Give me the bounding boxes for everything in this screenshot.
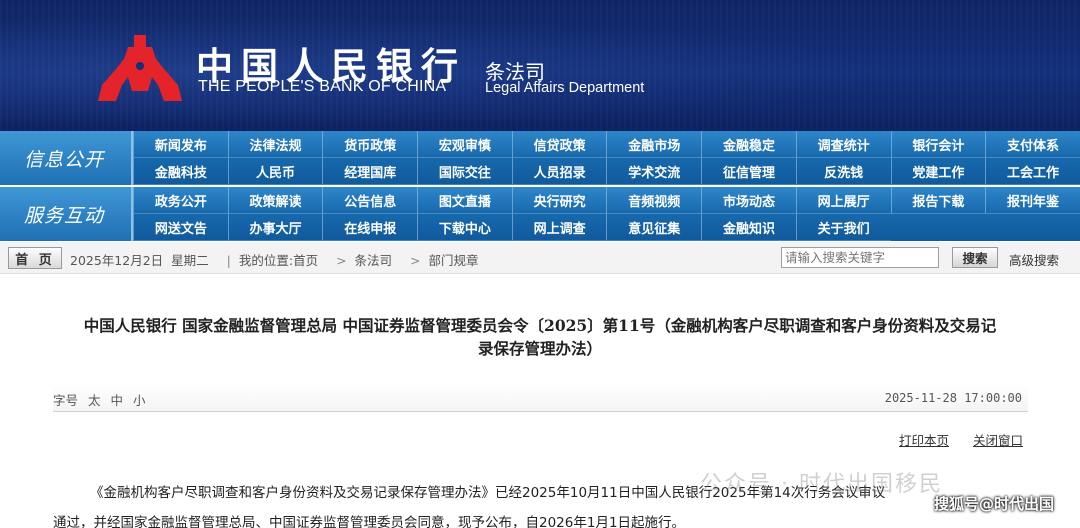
nav-item-row2-8[interactable]: 网上展厅 — [795, 187, 891, 214]
nav-item-row2-3[interactable]: 公告信息 — [322, 187, 418, 214]
chevron-right-icon: > — [410, 253, 421, 268]
font-size-selector: 字号 太 中 小 — [53, 390, 152, 409]
wechat-watermark: 公众号 · 时代出国移民 — [700, 472, 943, 497]
breadcrumb: 2025年12月2日 星期二 | 我的位置:首页 > 条法司 > 部门规章 — [70, 250, 483, 269]
article-meta-bar: 字号 太 中 小 2025-11-28 17:00:00 — [53, 384, 1028, 412]
pboc-emblem-icon[interactable] — [98, 33, 182, 103]
advanced-search-link[interactable]: 高级搜索 — [1009, 250, 1059, 269]
nav-item-row2-4[interactable]: 图文直播 — [417, 187, 512, 214]
nav-item-row1-14[interactable]: 国际交往 — [417, 158, 512, 185]
nav-grid-service: 政务公开 政策解读 公告信息 图文直播 央行研究 音频视频 市场动态 网上展厅 报告下载 报刊年鉴… — [133, 187, 1080, 241]
nav-item-row1-15[interactable]: 人员招录 — [511, 158, 607, 185]
nav-item-row1-10[interactable]: 支付体系 — [985, 131, 1080, 158]
nav-item-row1-8[interactable]: 调查统计 — [795, 131, 891, 158]
nav-item-row1-16[interactable]: 学术交流 — [606, 158, 702, 185]
search-button[interactable]: 搜索 — [952, 247, 998, 268]
font-size-large-button[interactable]: 太 — [88, 393, 101, 408]
breadcrumb-level3-link[interactable]: 部门规章 — [429, 253, 479, 268]
breadcrumb-home-link[interactable]: 我的位置:首页 — [239, 253, 318, 268]
breadcrumb-bar: 首 页 2025年12月2日 星期二 | 我的位置:首页 > 条法司 > 部门规… — [0, 242, 1080, 274]
nav-item-row1-13[interactable]: 经理国库 — [322, 158, 418, 185]
nav-item-row2-10[interactable]: 报刊年鉴 — [985, 187, 1080, 214]
nav-section-service-interaction[interactable]: 服务互动 — [0, 187, 133, 241]
nav-block-service: 服务互动 政务公开 政策解读 公告信息 图文直播 央行研究 音频视频 市场动态 网上展厅 报告下… — [0, 187, 1080, 241]
department-name-en: Legal Affairs Department — [485, 80, 645, 96]
nav-block-info: 信息公开 新闻发布 法律法规 货币政策 宏观审慎 信贷政策 金融市场 金融稳定 调查统计 银行会… — [0, 131, 1080, 185]
nav-item-row2-18[interactable]: 关于我们 — [795, 214, 891, 241]
sohu-watermark: 搜狐号@时代出国 — [933, 495, 1054, 513]
nav-item-row2-11[interactable]: 网送文告 — [133, 214, 228, 241]
nav-item-row2-17[interactable]: 金融知识 — [701, 214, 796, 241]
font-size-label: 字号 — [53, 393, 79, 408]
nav-item-row1-2[interactable]: 法律法规 — [227, 131, 323, 158]
font-size-medium-button[interactable]: 中 — [111, 393, 124, 408]
publish-date: 2025-11-28 17:00:00 — [884, 391, 1022, 405]
nav-item-row2-12[interactable]: 办事大厅 — [227, 214, 323, 241]
nav-item-row2-15[interactable]: 网上调查 — [511, 214, 607, 241]
nav-item-row1-7[interactable]: 金融稳定 — [701, 131, 796, 158]
main-navigation: 信息公开 新闻发布 法律法规 货币政策 宏观审慎 信贷政策 金融市场 金融稳定 调查统计 银行会… — [0, 131, 1080, 242]
nav-item-row1-4[interactable]: 宏观审慎 — [417, 131, 512, 158]
nav-grid-info: 新闻发布 法律法规 货币政策 宏观审慎 信贷政策 金融市场 金融稳定 调查统计 银行会计 支付体系… — [133, 131, 1080, 185]
page-actions: 打印本页 关闭窗口 — [879, 430, 1023, 449]
nav-item-row2-14[interactable]: 下载中心 — [417, 214, 512, 241]
search-input[interactable] — [781, 247, 939, 268]
bank-name-en[interactable]: THE PEOPLE'S BANK OF CHINA — [198, 78, 446, 96]
nav-item-row2-2[interactable]: 政策解读 — [227, 187, 323, 214]
nav-item-row1-5[interactable]: 信贷政策 — [511, 131, 607, 158]
nav-item-row1-19[interactable]: 党建工作 — [890, 158, 986, 185]
nav-section-info-disclosure[interactable]: 信息公开 — [0, 131, 133, 185]
nav-item-row1-12[interactable]: 人民币 — [227, 158, 323, 185]
nav-item-row2-16[interactable]: 意见征集 — [606, 214, 702, 241]
article-title-line: 中国人民银行 国家金融监督管理总局 中国证券监督管理委员会令〔2025〕第11号… — [83, 316, 997, 335]
nav-item-row2-6[interactable]: 音频视频 — [606, 187, 702, 214]
article-title: 中国人民银行 国家金融监督管理总局 中国证券监督管理委员会令〔2025〕第11号… — [0, 314, 1080, 360]
nav-item-row1-6[interactable]: 金融市场 — [606, 131, 702, 158]
nav-item-row1-11[interactable]: 金融科技 — [133, 158, 228, 185]
article-paragraph: 通过，并经国家金融监督管理总局、中国证券监督管理委员会同意，现予公布，自2026… — [53, 515, 686, 528]
article-title-line: 录保存管理办法） — [477, 339, 602, 358]
nav-item-row1-9[interactable]: 银行会计 — [890, 131, 986, 158]
nav-item-row2-5[interactable]: 央行研究 — [511, 187, 607, 214]
close-window-link[interactable]: 关闭窗口 — [973, 433, 1023, 448]
nav-item-row1-20[interactable]: 工会工作 — [985, 158, 1080, 185]
home-button[interactable]: 首 页 — [8, 247, 62, 269]
nav-item-row1-3[interactable]: 货币政策 — [322, 131, 418, 158]
nav-item-row2-13[interactable]: 在线申报 — [322, 214, 418, 241]
breadcrumb-divider: | — [226, 253, 231, 268]
site-header: 中国人民银行 THE PEOPLE'S BANK OF CHINA 条法司 Le… — [0, 0, 1080, 131]
nav-item-row1-18[interactable]: 反洗钱 — [795, 158, 891, 185]
current-weekday: 星期二 — [171, 253, 209, 268]
nav-item-row1-17[interactable]: 征信管理 — [701, 158, 796, 185]
current-date: 2025年12月2日 — [70, 253, 164, 268]
print-page-link[interactable]: 打印本页 — [899, 433, 949, 448]
font-size-small-button[interactable]: 小 — [133, 393, 146, 408]
nav-item-row2-7[interactable]: 市场动态 — [701, 187, 796, 214]
breadcrumb-level2-link[interactable]: 条法司 — [355, 253, 393, 268]
nav-item-row2-9[interactable]: 报告下载 — [890, 187, 986, 214]
nav-item-row1-1[interactable]: 新闻发布 — [133, 131, 228, 158]
nav-item-row2-1[interactable]: 政务公开 — [133, 187, 228, 214]
chevron-right-icon: > — [336, 253, 347, 268]
